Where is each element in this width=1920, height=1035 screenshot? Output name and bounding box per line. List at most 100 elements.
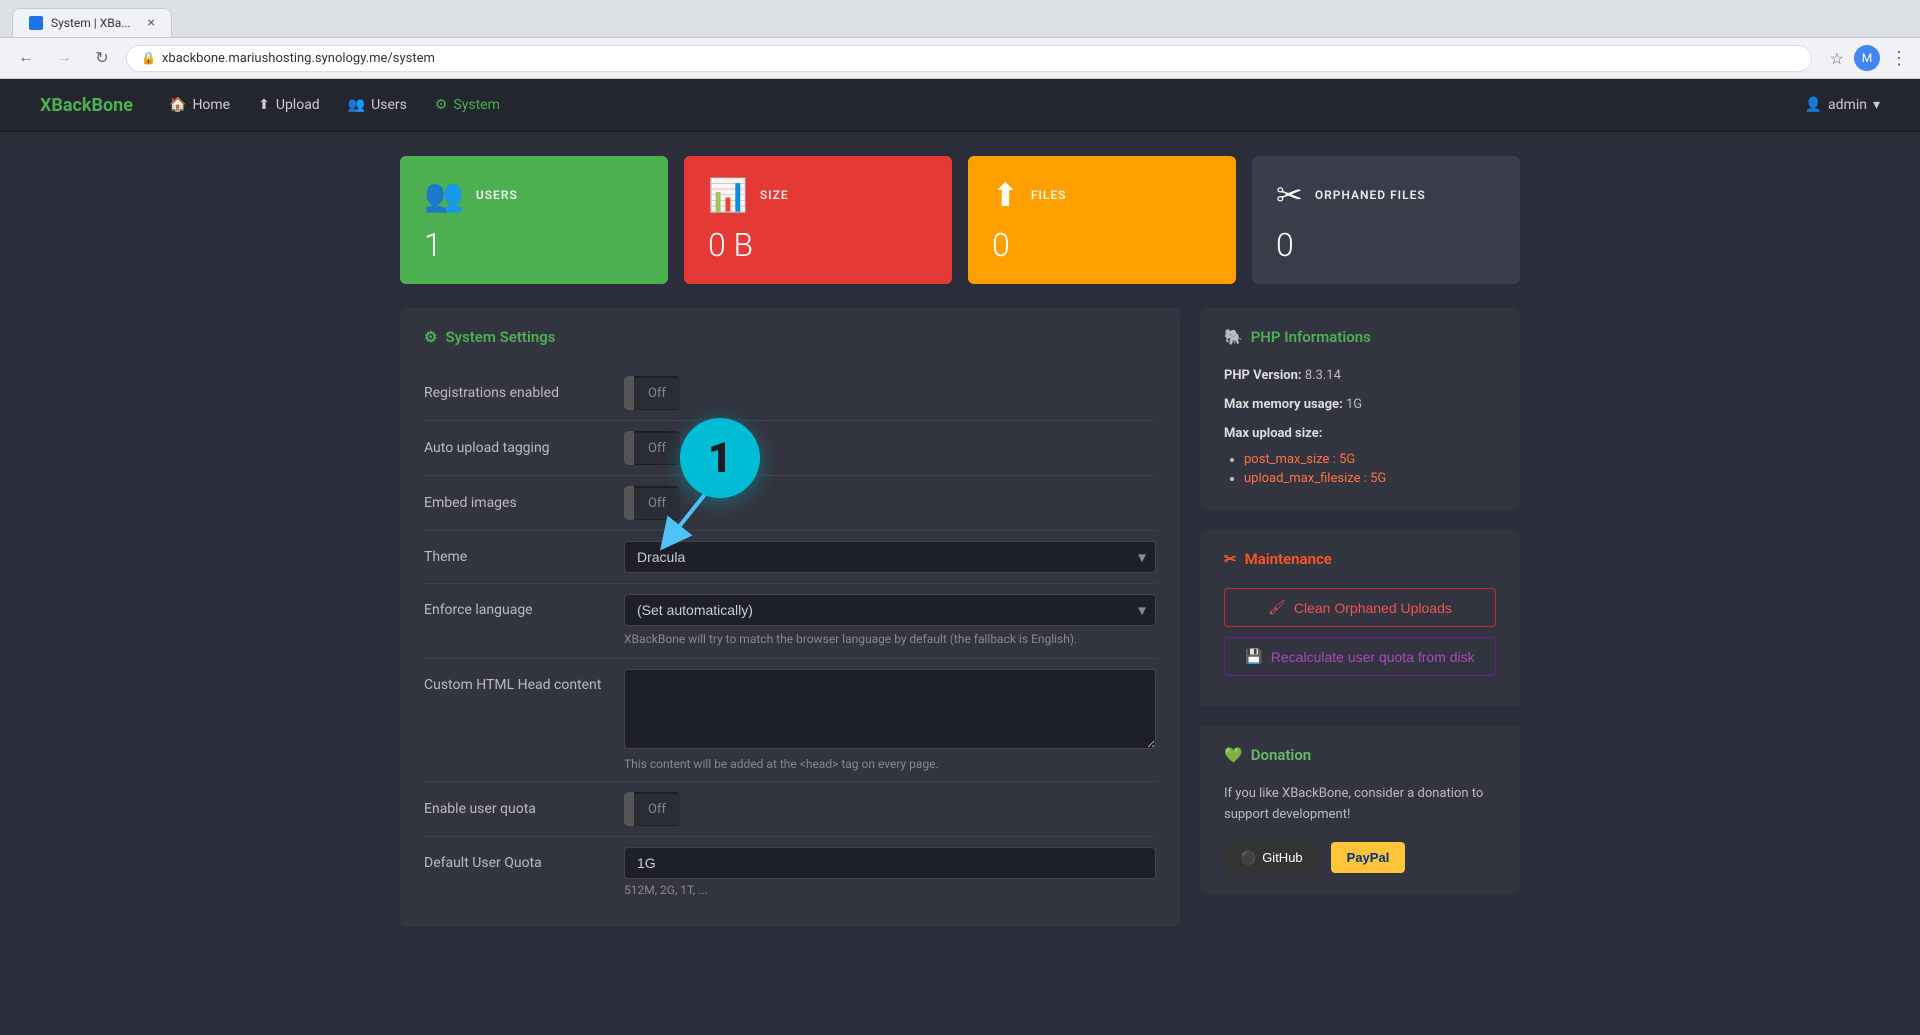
- home-icon: 🏠: [169, 97, 186, 113]
- default-quota-label: Default User Quota: [424, 855, 624, 871]
- size-stat-icon: 📊: [708, 176, 748, 214]
- navbar: XBackBone 🏠 Home ⬆ Upload 👥 Users ⚙ Syst…: [0, 79, 1920, 132]
- registrations-toggle[interactable]: Off: [624, 376, 680, 410]
- stat-card-orphaned: ✂ ORPHANED FILES 0: [1252, 156, 1520, 284]
- admin-user-icon: 👤: [1805, 97, 1822, 113]
- github-icon: ⚫: [1240, 850, 1256, 866]
- php-info-title: 🐘 PHP Informations: [1224, 328, 1496, 346]
- address-bar[interactable]: 🔒 xbackbone.mariushosting.synology.me/sy…: [126, 45, 1812, 72]
- size-stat-label: SIZE: [760, 188, 789, 202]
- upload-icon: ⬆: [258, 97, 270, 113]
- browser-chrome: System | XBa... × ← → ↻ 🔒 xbackbone.mari…: [0, 0, 1920, 79]
- custom-html-note: This content will be added at the <head>…: [624, 757, 939, 771]
- main-content: 👥 USERS 1 📊 SIZE 0 B ⬆ FILES 0: [360, 132, 1560, 951]
- auto-tagging-label: Auto upload tagging: [424, 440, 624, 456]
- bookmark-icon[interactable]: ☆: [1830, 49, 1844, 68]
- php-version-row: PHP Version: 8.3.14: [1224, 366, 1496, 387]
- files-stat-icon: ⬆: [992, 176, 1019, 214]
- navbar-right: 👤 admin ▾: [1805, 97, 1880, 113]
- profile-avatar[interactable]: M: [1854, 45, 1880, 71]
- donation-panel: 💚 Donation If you like XBackBone, consid…: [1200, 726, 1520, 894]
- nav-item-upload[interactable]: ⬆ Upload: [246, 91, 332, 119]
- orphaned-stat-icon: ✂: [1276, 176, 1303, 214]
- custom-html-textarea[interactable]: [624, 669, 1156, 749]
- annotation-arrow: [650, 488, 730, 568]
- users-stat-label: USERS: [476, 188, 518, 202]
- stats-grid: 👥 USERS 1 📊 SIZE 0 B ⬆ FILES 0: [400, 156, 1520, 284]
- language-select[interactable]: (Set automatically) English French: [624, 594, 1156, 626]
- recalculate-icon: 💾: [1245, 648, 1262, 665]
- registrations-control: Off: [624, 376, 1156, 410]
- clean-orphaned-button[interactable]: 🖌 Clean Orphaned Uploads: [1224, 588, 1496, 627]
- browser-tab[interactable]: System | XBa... ×: [12, 8, 172, 37]
- registrations-toggle-label: Off: [634, 378, 680, 409]
- orphaned-stat-value: 0: [1276, 226, 1496, 264]
- github-button[interactable]: ⚫ GitHub: [1224, 842, 1319, 874]
- tab-close-btn[interactable]: ×: [148, 15, 155, 31]
- custom-html-control: [624, 669, 1156, 753]
- stat-card-files: ⬆ FILES 0: [968, 156, 1236, 284]
- users-icon: 👥: [348, 97, 365, 113]
- stat-card-size: 📊 SIZE 0 B: [684, 156, 952, 284]
- navbar-brand[interactable]: XBackBone: [40, 95, 133, 116]
- theme-label: Theme: [424, 549, 624, 565]
- toggle-indicator: [624, 376, 634, 410]
- php-info-icon: 🐘: [1224, 328, 1243, 346]
- enable-quota-toggle[interactable]: Off: [624, 792, 680, 826]
- tab-favicon: [29, 16, 43, 30]
- nav-item-users[interactable]: 👥 Users: [336, 91, 419, 119]
- navbar-nav: 🏠 Home ⬆ Upload 👥 Users ⚙ System: [157, 91, 1781, 119]
- nav-item-home[interactable]: 🏠 Home: [157, 91, 242, 119]
- maintenance-icon: ✂: [1224, 550, 1237, 568]
- two-col-layout: ⚙ System Settings: [400, 308, 1520, 927]
- clean-icon: 🖌: [1268, 599, 1286, 616]
- menu-icon[interactable]: ⋮: [1890, 48, 1908, 69]
- users-stat-icon: 👥: [424, 176, 464, 214]
- default-quota-control: [624, 847, 1156, 879]
- settings-row-theme: Theme Default Dracula Dark: [424, 531, 1156, 584]
- tab-title: System | XBa...: [51, 16, 131, 30]
- default-quota-row-inner: Default User Quota: [424, 847, 1156, 879]
- enable-quota-label: Enable user quota: [424, 801, 624, 817]
- settings-gear-icon: ⚙: [424, 328, 437, 346]
- nav-reload-btn[interactable]: ↻: [88, 44, 116, 72]
- nav-back-btn[interactable]: ←: [12, 44, 40, 72]
- donation-title: 💚 Donation: [1224, 746, 1496, 764]
- donation-text: If you like XBackBone, consider a donati…: [1224, 784, 1496, 826]
- custom-html-label: Custom HTML Head content: [424, 669, 624, 693]
- orphaned-stat-label: ORPHANED FILES: [1315, 188, 1426, 202]
- default-quota-input[interactable]: [624, 847, 1156, 879]
- language-select-wrapper: (Set automatically) English French: [624, 594, 1156, 626]
- settings-row-auto-tagging: Auto upload tagging Off: [424, 421, 1156, 476]
- size-stat-value: 0 B: [708, 226, 928, 264]
- registrations-label: Registrations enabled: [424, 385, 624, 401]
- paypal-button[interactable]: PayPal: [1331, 842, 1406, 873]
- php-post-max-item: post_max_size : 5G: [1244, 452, 1496, 467]
- settings-row-registrations: Registrations enabled Off: [424, 366, 1156, 421]
- url-text: xbackbone.mariushosting.synology.me/syst…: [162, 51, 435, 66]
- php-info-panel: 🐘 PHP Informations PHP Version: 8.3.14 M…: [1200, 308, 1520, 510]
- right-panels: 🐘 PHP Informations PHP Version: 8.3.14 M…: [1200, 308, 1520, 927]
- toggle-indicator: [624, 792, 634, 826]
- settings-row-default-quota: Default User Quota 512M, 2G, 1T, ...: [424, 837, 1156, 907]
- php-upload-row: Max upload size:: [1224, 424, 1496, 445]
- language-note: XBackBone will try to match the browser …: [624, 630, 1077, 648]
- nav-forward-btn[interactable]: →: [50, 44, 78, 72]
- recalculate-quota-button[interactable]: 💾 Recalculate user quota from disk: [1224, 637, 1496, 676]
- nav-item-system[interactable]: ⚙ System: [423, 91, 512, 119]
- settings-panel: ⚙ System Settings: [400, 308, 1180, 927]
- files-stat-value: 0: [992, 226, 1212, 264]
- browser-toolbar: ← → ↻ 🔒 xbackbone.mariushosting.synology…: [0, 38, 1920, 79]
- system-gear-icon: ⚙: [435, 97, 448, 113]
- toggle-indicator: [624, 431, 634, 465]
- maintenance-title: ✂ Maintenance: [1224, 550, 1496, 568]
- files-stat-label: FILES: [1031, 188, 1067, 202]
- admin-menu[interactable]: 👤 admin ▾: [1805, 97, 1880, 113]
- custom-html-row-inner: Custom HTML Head content: [424, 669, 1156, 753]
- donation-buttons: ⚫ GitHub PayPal: [1224, 842, 1496, 874]
- users-stat-value: 1: [424, 226, 644, 264]
- settings-row-enable-quota: Enable user quota Off: [424, 782, 1156, 837]
- stat-card-users: 👥 USERS 1: [400, 156, 668, 284]
- settings-row-custom-html: Custom HTML Head content This content wi…: [424, 659, 1156, 782]
- language-row-inner: Enforce language (Set automatically) Eng…: [424, 594, 1156, 626]
